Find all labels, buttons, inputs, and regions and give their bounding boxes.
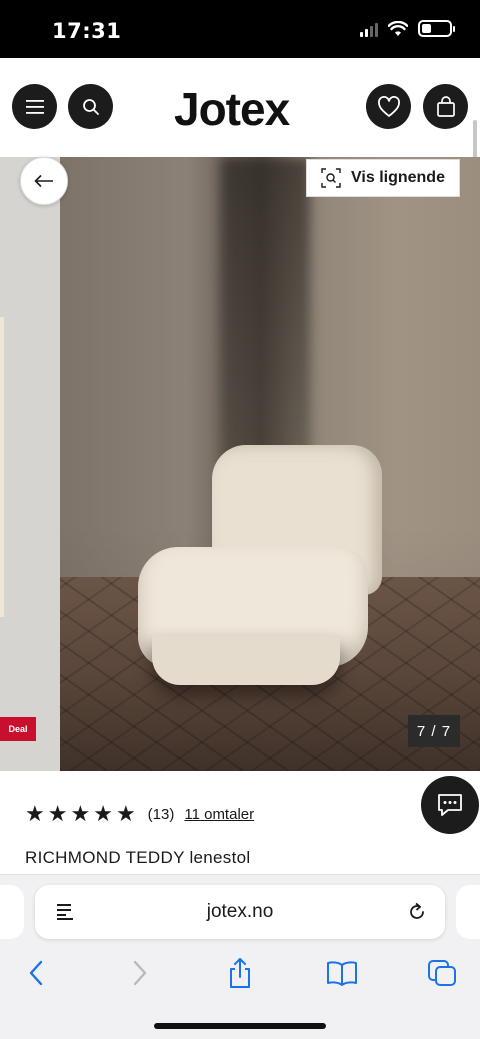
cart-button[interactable] bbox=[423, 84, 468, 129]
book-icon bbox=[327, 961, 357, 986]
site-header: Jotex bbox=[0, 58, 480, 270]
home-indicator[interactable] bbox=[154, 1023, 326, 1029]
product-gallery[interactable]: Vis lignende 7 / 7 Deal bbox=[0, 157, 480, 771]
battery-icon bbox=[418, 20, 455, 37]
share-icon bbox=[230, 958, 250, 988]
rating-count: (13) bbox=[147, 805, 175, 823]
product-title: RICHMOND TEDDY lenestol bbox=[25, 848, 251, 867]
rating-row: ★ ★ ★ ★ ★ (13) 11 omtaler bbox=[25, 803, 254, 825]
chevron-left-icon bbox=[29, 960, 43, 986]
menu-button[interactable] bbox=[12, 84, 57, 129]
previous-tab-pill[interactable] bbox=[0, 885, 24, 939]
page: 17:31 Jotex Vis lignende 7 / 7 Deal ★ ★ … bbox=[0, 0, 480, 1039]
star-rating: ★ ★ ★ ★ ★ bbox=[25, 803, 136, 825]
arrow-left-icon bbox=[34, 174, 53, 188]
next-tab-pill[interactable] bbox=[456, 885, 480, 939]
chat-button[interactable] bbox=[421, 776, 479, 834]
browser-toolbar: jotex.no bbox=[0, 874, 480, 1039]
star-icon: ★ bbox=[47, 801, 68, 826]
cellular-signal-icon bbox=[360, 21, 378, 37]
star-icon: ★ bbox=[70, 801, 91, 826]
address-bar[interactable]: jotex.no bbox=[35, 885, 445, 939]
status-icons bbox=[360, 20, 455, 37]
product-image[interactable] bbox=[60, 157, 480, 771]
star-icon: ★ bbox=[115, 801, 136, 826]
deal-badge: Deal bbox=[0, 717, 36, 741]
tabs-button[interactable] bbox=[422, 953, 462, 993]
chat-bubble-icon bbox=[438, 794, 462, 816]
status-bar: 17:31 bbox=[0, 0, 480, 58]
heart-icon bbox=[377, 95, 400, 117]
wishlist-button[interactable] bbox=[366, 84, 411, 129]
product-info: ★ ★ ★ ★ ★ (13) 11 omtaler RICHMOND TEDDY… bbox=[0, 771, 480, 874]
tabs-icon bbox=[428, 960, 456, 986]
show-similar-label: Vis lignende bbox=[351, 169, 445, 186]
gallery-back-button[interactable] bbox=[20, 157, 68, 205]
previous-slide-image[interactable] bbox=[0, 157, 60, 771]
show-similar-button[interactable]: Vis lignende bbox=[306, 159, 460, 197]
chevron-right-icon bbox=[133, 960, 147, 986]
chair-base bbox=[152, 635, 340, 685]
search-button[interactable] bbox=[68, 84, 113, 129]
search-icon bbox=[82, 98, 99, 115]
browser-forward-button[interactable] bbox=[120, 953, 160, 993]
browser-back-button[interactable] bbox=[16, 953, 56, 993]
hamburger-menu-icon bbox=[25, 99, 44, 114]
reload-icon[interactable] bbox=[407, 902, 427, 922]
star-icon: ★ bbox=[93, 801, 113, 826]
status-time: 17:31 bbox=[52, 19, 122, 43]
star-icon: ★ bbox=[25, 801, 45, 826]
visual-search-icon bbox=[321, 168, 341, 188]
image-counter: 7 / 7 bbox=[408, 715, 460, 747]
shopping-bag-icon bbox=[436, 95, 455, 117]
share-button[interactable] bbox=[220, 953, 260, 993]
bookmarks-button[interactable] bbox=[322, 953, 362, 993]
wifi-icon bbox=[388, 20, 408, 36]
site-logo[interactable]: Jotex bbox=[174, 82, 290, 136]
url-text: jotex.no bbox=[206, 901, 274, 922]
reviews-link[interactable]: 11 omtaler bbox=[184, 806, 254, 823]
browser-nav-row bbox=[0, 953, 480, 993]
